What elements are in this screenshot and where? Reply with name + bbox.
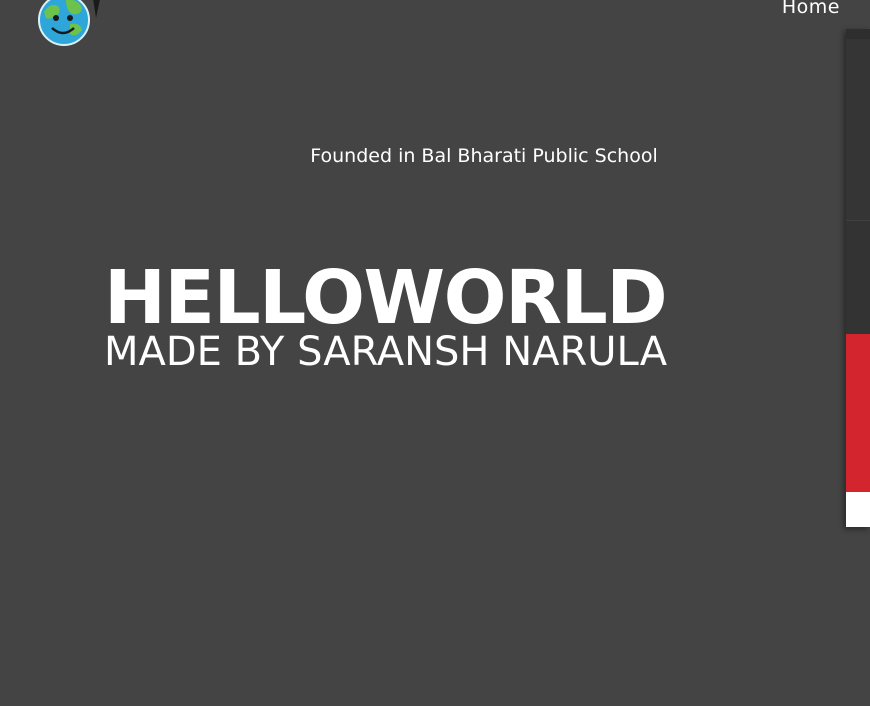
page: Home Founded in Bal Bharati Public Schoo…	[0, 0, 870, 706]
nav-home-link[interactable]: Home	[782, 0, 840, 18]
side-panel-red-section	[846, 334, 870, 492]
hero-title: HELLOWORLD	[104, 255, 668, 341]
hero-block: HELLOWORLD MADE BY SARANSH NARULA	[104, 258, 764, 372]
side-panel-section-1	[846, 39, 870, 221]
side-panel-section-2	[846, 221, 870, 334]
side-slide-panel[interactable]	[846, 29, 870, 527]
hero-subtitle: MADE BY SARANSH NARULA	[104, 329, 668, 375]
hero-tagline: Founded in Bal Bharati Public School	[310, 145, 658, 167]
globe-logo-icon[interactable]	[36, 0, 106, 46]
side-panel-top-strip	[846, 29, 870, 39]
side-panel-white-section	[846, 492, 870, 527]
